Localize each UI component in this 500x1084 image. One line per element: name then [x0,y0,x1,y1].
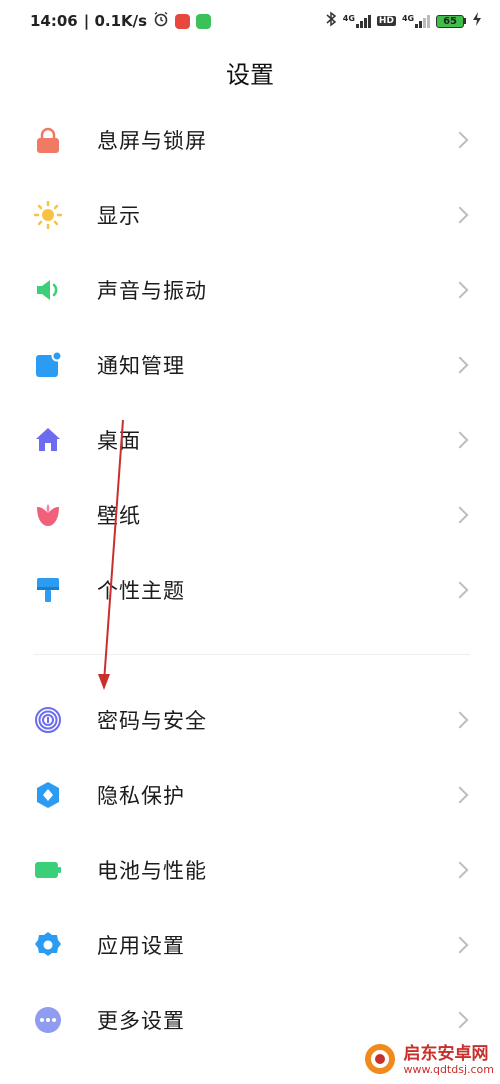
tulip-icon [34,501,62,529]
settings-item-label: 桌面 [97,428,141,453]
home-icon [34,426,62,454]
fingerprint-icon [34,706,62,734]
chevron-right-icon [451,711,469,728]
settings-item-lock-screen[interactable]: 息屏与锁屏 [0,102,500,177]
page-title: 设置 [226,61,274,89]
settings-item-themes[interactable]: 个性主题 [0,552,500,627]
settings-item-privacy[interactable]: 隐私保护 [0,757,500,832]
settings-item-sound[interactable]: 声音与振动 [0,252,500,327]
notification-icon [34,350,62,379]
settings-item-label: 应用设置 [97,933,185,958]
settings-item-label: 更多设置 [97,1008,185,1033]
chevron-right-icon [451,131,469,148]
chevron-right-icon [451,936,469,953]
settings-item-wallpaper[interactable]: 壁纸 [0,477,500,552]
watermark-title: 启东安卓网 [403,1044,489,1065]
status-bar: 14:06 | 0.1K/s 4G HD 4G 65 [0,0,500,42]
chevron-right-icon [451,861,469,878]
bluetooth-icon [325,11,337,31]
brush-icon [34,576,62,604]
settings-item-label: 声音与振动 [97,278,207,303]
watermark: 启东安卓网 www.qdtdsj.com [363,1042,494,1080]
privacy-shield-icon [34,781,62,809]
charging-icon [472,12,482,30]
sun-icon [34,200,62,229]
app-notification-icon [196,13,212,29]
chevron-right-icon [451,356,469,373]
clock: 14:06 [30,12,78,30]
settings-item-label: 隐私保护 [97,783,185,808]
signal-icon: 4G [402,14,431,28]
settings-item-label: 息屏与锁屏 [97,128,207,153]
settings-item-display[interactable]: 显示 [0,177,500,252]
network-speed: | 0.1K/s [83,12,148,30]
hd-badge: HD [376,16,396,26]
battery-icon [34,856,62,884]
watermark-logo-icon [363,1042,397,1080]
more-icon [34,1006,62,1034]
settings-item-apps[interactable]: 应用设置 [0,907,500,982]
chevron-right-icon [451,506,469,523]
chevron-right-icon [451,581,469,598]
chevron-right-icon [451,786,469,803]
settings-item-notifications[interactable]: 通知管理 [0,327,500,402]
lock-icon [34,126,62,154]
speaker-icon [34,276,62,304]
settings-item-label: 个性主题 [97,578,185,603]
gear-icon [34,931,62,959]
settings-list: 息屏与锁屏 显示 声音与振动 通知管理 桌面 壁纸 个性主题 密码与安全 隐私保… [0,102,500,1057]
chevron-right-icon [451,281,469,298]
settings-item-label: 通知管理 [97,353,185,378]
app-notification-icon [175,13,191,29]
section-divider [0,627,500,682]
chevron-right-icon [451,1011,469,1028]
battery-indicator: 65 [436,14,466,28]
settings-item-home-screen[interactable]: 桌面 [0,402,500,477]
settings-item-password-security[interactable]: 密码与安全 [0,682,500,757]
chevron-right-icon [451,431,469,448]
settings-item-label: 壁纸 [97,503,141,528]
settings-item-label: 显示 [97,203,141,228]
signal-icon: 4G [343,14,371,28]
alarm-icon [153,11,169,31]
settings-item-battery[interactable]: 电池与性能 [0,832,500,907]
watermark-url: www.qdtdsj.com [403,1063,494,1077]
settings-item-label: 密码与安全 [97,708,207,733]
settings-item-label: 电池与性能 [97,858,207,883]
chevron-right-icon [451,206,469,223]
